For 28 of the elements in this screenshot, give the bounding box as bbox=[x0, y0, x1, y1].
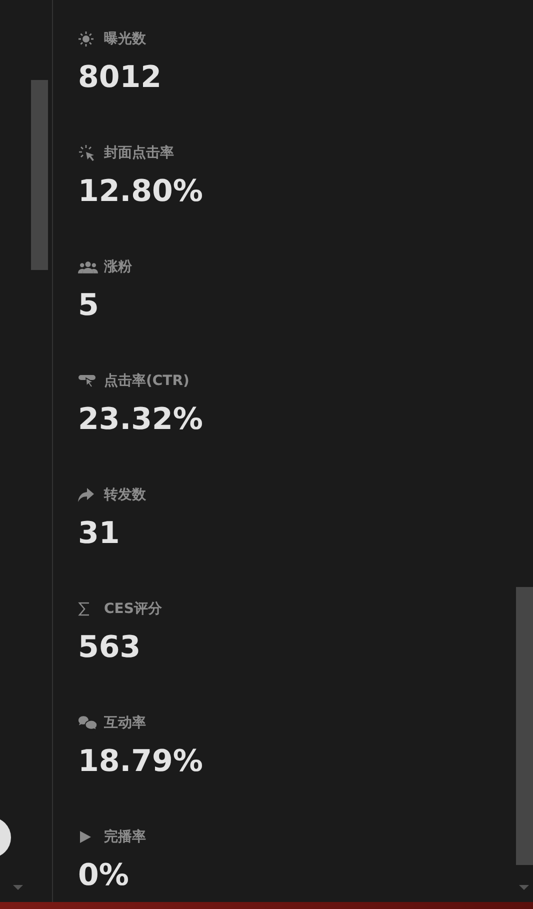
metric-label: 曝光数 bbox=[104, 30, 146, 48]
cloud-cursor-icon bbox=[78, 373, 96, 389]
share-arrow-icon bbox=[78, 488, 94, 502]
metric-label: 涨粉 bbox=[104, 258, 132, 276]
metric-label: 点击率(CTR) bbox=[104, 372, 190, 390]
scroll-down-arrow[interactable] bbox=[519, 885, 529, 890]
metric-value: 8012 bbox=[78, 60, 162, 96]
metric-label: 互动率 bbox=[104, 714, 146, 732]
scroll-down-arrow[interactable] bbox=[13, 885, 23, 890]
metric-label: CES评分 bbox=[104, 600, 162, 618]
scrollbar-thumb[interactable] bbox=[516, 587, 532, 865]
people-icon bbox=[78, 260, 98, 274]
metric-value: 0% bbox=[78, 858, 130, 894]
metric-value: 563 bbox=[78, 630, 142, 666]
metric-label: 封面点击率 bbox=[104, 144, 174, 162]
metric-value: 18.79% bbox=[78, 744, 204, 780]
sigma-icon bbox=[78, 602, 90, 616]
sun-icon bbox=[78, 31, 94, 47]
click-icon bbox=[78, 144, 96, 162]
metric-value: 12.80% bbox=[78, 174, 204, 210]
scrollbar-thumb[interactable] bbox=[31, 80, 48, 270]
metric-value: 5 bbox=[78, 288, 100, 324]
metric-label: 完播率 bbox=[104, 828, 146, 846]
metric-value: 23.32% bbox=[78, 402, 204, 438]
metric-value: 31 bbox=[78, 516, 121, 552]
chat-bubbles-icon bbox=[78, 715, 98, 731]
play-icon bbox=[78, 830, 92, 844]
metric-label: 转发数 bbox=[104, 486, 146, 504]
